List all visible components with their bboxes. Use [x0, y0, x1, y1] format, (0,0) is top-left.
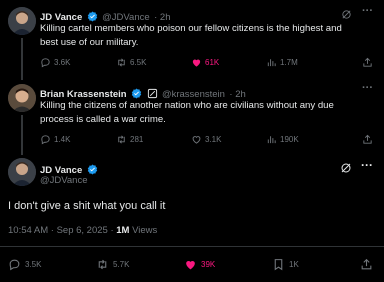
reply-icon	[41, 135, 50, 145]
affiliate-badge-icon	[147, 88, 157, 99]
verified-badge-icon	[87, 164, 97, 175]
timestamp-text[interactable]: 10:54 AM · Sep 6, 2025 ·	[8, 225, 116, 236]
like-count: 39K	[201, 260, 216, 269]
grok-icon[interactable]	[340, 162, 352, 174]
reply-count: 1.4K	[54, 135, 71, 144]
reply-icon	[9, 259, 20, 271]
retweet-button[interactable]: 5.7K	[96, 258, 129, 271]
like-count: 3.1K	[205, 135, 222, 144]
reply-count: 3.5K	[25, 260, 42, 269]
reply-count: 3.6K	[54, 58, 71, 67]
share-icon[interactable]	[362, 134, 373, 145]
tweet-text-line: Killing cartel members who poison our fe…	[40, 23, 342, 34]
retweet-icon	[118, 58, 125, 67]
more-options-icon[interactable]: ···	[362, 82, 373, 94]
views-button[interactable]: 1.7M	[266, 57, 298, 68]
thread-line	[21, 38, 23, 80]
avatar[interactable]	[8, 158, 36, 186]
tweet-text-line: Killing the citizens of another nation w…	[40, 100, 334, 111]
heart-icon	[192, 59, 201, 67]
tweet-text: Killing the citizens of another nation w…	[40, 99, 380, 126]
more-options-icon[interactable]: ···	[361, 158, 373, 172]
reply-button[interactable]: 3.5K	[8, 258, 41, 271]
verified-badge-icon	[87, 11, 97, 22]
views-count: 1.7M	[280, 58, 298, 67]
thread-line	[21, 115, 23, 155]
bookmark-count: 1K	[289, 260, 299, 269]
share-icon[interactable]	[360, 258, 373, 271]
views-label: Views	[129, 225, 158, 236]
reply-icon	[41, 58, 50, 68]
tweet-timestamp: 10:54 AM · Sep 6, 2025 · 1M Views	[8, 225, 157, 236]
views-icon	[267, 136, 276, 144]
author-handle[interactable]: @JDVance	[40, 175, 88, 186]
like-button[interactable]: 3.1K	[191, 134, 221, 145]
retweet-icon	[118, 135, 125, 144]
bookmark-icon	[274, 259, 283, 271]
retweet-count: 281	[130, 135, 144, 144]
like-button[interactable]: 39K	[184, 258, 215, 271]
views-icon	[267, 59, 276, 67]
divider	[0, 246, 384, 247]
main-tweet-text: I don't give a shit what you call it	[8, 200, 166, 212]
views-button[interactable]: 190K	[266, 134, 299, 145]
tweet-text-line: best use of our military.	[40, 36, 139, 48]
tweet-text-line: process is called a war crime.	[40, 113, 166, 125]
grok-icon[interactable]	[341, 9, 352, 20]
like-count: 61K	[205, 58, 220, 67]
reply-button[interactable]: 1.4K	[40, 134, 70, 145]
more-options-icon[interactable]: ···	[362, 5, 373, 17]
retweet-count: 6.5K	[130, 58, 147, 67]
verified-badge-icon	[131, 88, 142, 99]
views-count: 190K	[280, 135, 299, 144]
avatar[interactable]	[8, 7, 36, 35]
avatar[interactable]	[8, 84, 36, 112]
tweet-text: Killing cartel members who poison our fe…	[40, 22, 380, 49]
like-button[interactable]: 61K	[191, 57, 219, 68]
views-count: 1M	[116, 225, 130, 236]
bookmark-button[interactable]: 1K	[272, 258, 299, 271]
retweet-icon	[98, 259, 107, 270]
share-icon[interactable]	[362, 57, 373, 68]
retweet-count: 5.7K	[113, 260, 130, 269]
heart-icon	[192, 136, 201, 144]
reply-button[interactable]: 3.6K	[40, 57, 70, 68]
heart-icon	[186, 260, 195, 270]
retweet-button[interactable]: 6.5K	[116, 57, 146, 68]
retweet-button[interactable]: 281	[116, 134, 143, 145]
